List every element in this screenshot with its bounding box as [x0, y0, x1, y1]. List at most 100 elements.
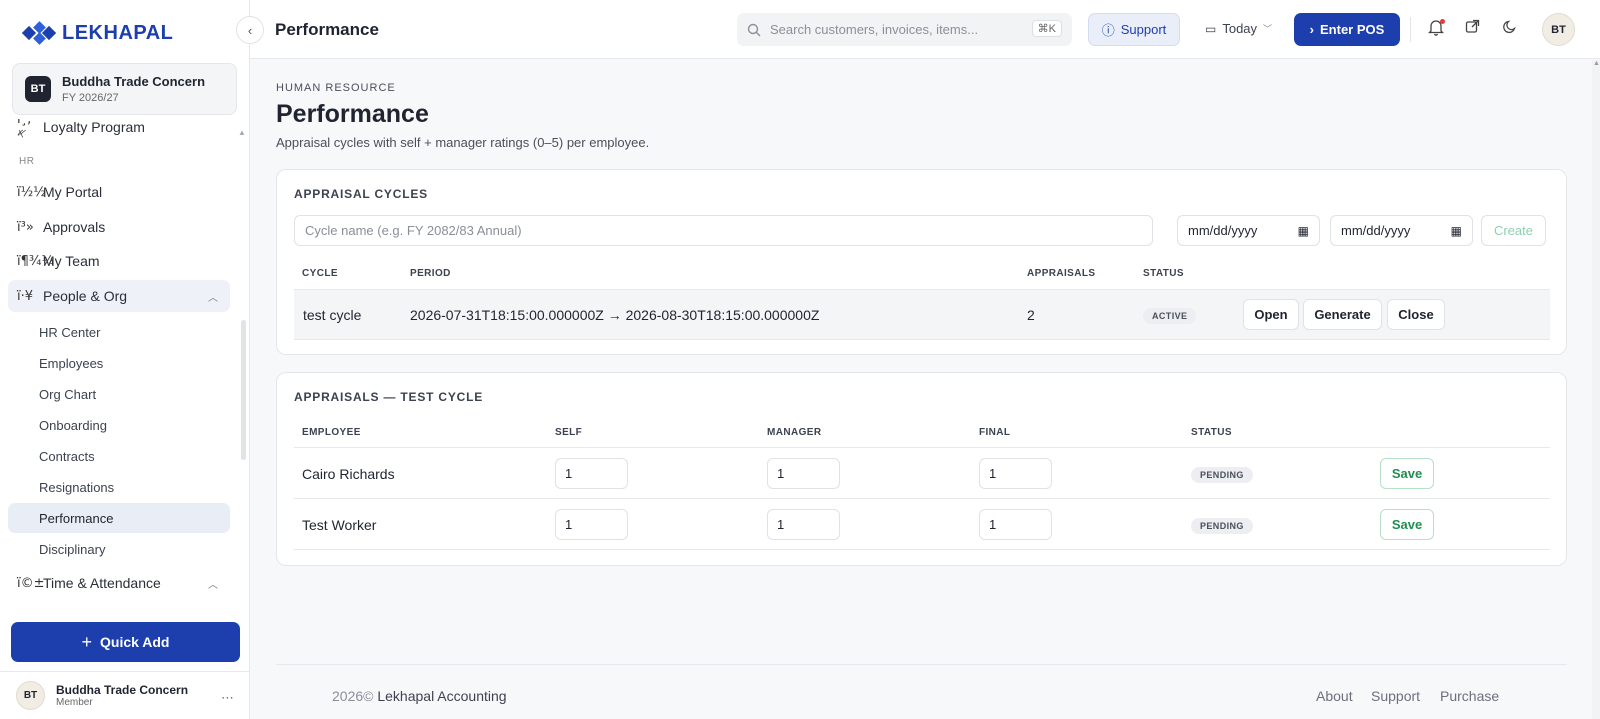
page-title-topbar: Performance — [275, 20, 379, 39]
sidebar-subitem-disciplinary[interactable]: Disciplinary — [8, 534, 230, 564]
footer-link-support[interactable]: Support — [1371, 688, 1420, 704]
copyright: 2026© Lekhapal Accounting — [332, 688, 507, 704]
sidebar-nav: ï¸, 𐤀 Loyalty Program HR ï½½ My Portal ï… — [0, 119, 250, 611]
self-rating-input[interactable]: 1 — [555, 458, 628, 489]
appraisal-cycles-heading: APPRAISAL CYCLES — [294, 187, 428, 201]
user-avatar[interactable]: BT — [1542, 13, 1575, 46]
people-org-icon: ï·¥ — [17, 288, 34, 304]
final-rating-input[interactable]: 1 — [979, 458, 1052, 489]
enter-pos-button[interactable]: › Enter POS — [1294, 13, 1400, 46]
sidebar-subitem-org-chart[interactable]: Org Chart — [8, 379, 230, 409]
sidebar-item-people-org[interactable]: ï·¥ People & Org ︿ — [8, 280, 230, 312]
footer-link-purchase[interactable]: Purchase — [1440, 688, 1499, 704]
page-eyebrow: HUMAN RESOURCE — [276, 82, 396, 94]
user-role: Member — [56, 697, 93, 708]
search-shortcut: ⌘K — [1031, 20, 1062, 37]
sidebar-subitem-resignations[interactable]: Resignations — [8, 472, 230, 502]
org-switcher[interactable]: BT Buddha Trade Concern FY 2026/27 — [12, 63, 237, 115]
more-icon[interactable]: ⋯ — [221, 690, 234, 706]
cycle-name: test cycle — [303, 307, 362, 323]
org-fiscal-year: FY 2026/27 — [62, 92, 119, 104]
portal-icon: ï½½ — [17, 184, 46, 200]
sidebar-item-loyalty-program[interactable]: ï¸, 𐤀 Loyalty Program — [8, 119, 230, 143]
cycle-start-date-input[interactable]: mm/dd/yyyy ▦ — [1177, 215, 1320, 246]
column-header-cycle: CYCLE — [302, 268, 338, 279]
notification-dot — [1440, 19, 1445, 24]
quick-add-button[interactable]: + Quick Add — [11, 622, 240, 662]
user-avatar: BT — [16, 681, 45, 710]
chevron-left-icon: ‹ — [247, 22, 253, 38]
user-menu[interactable]: BT Buddha Trade Concern Member ⋯ — [0, 671, 250, 719]
cycle-appraisal-count: 2 — [1027, 307, 1035, 323]
column-header-final: FINAL — [979, 427, 1011, 438]
support-button[interactable]: ⓘ Support — [1088, 13, 1180, 46]
sidebar-item-approvals[interactable]: ï³» Approvals — [8, 211, 230, 243]
appraisal-cycles-card: APPRAISAL CYCLES Cycle name (e.g. FY 208… — [276, 169, 1567, 355]
search-input[interactable]: Search customers, invoices, items... ⌘K — [737, 13, 1072, 46]
sidebar-subitem-contracts[interactable]: Contracts — [8, 441, 230, 471]
cycle-period: 2026-07-31T18:15:00.000000Z → 2026-08-30… — [410, 307, 820, 323]
self-rating-input[interactable]: 1 — [555, 509, 628, 540]
topbar-divider — [1410, 17, 1411, 42]
create-cycle-button[interactable]: Create — [1481, 215, 1546, 246]
sidebar-item-my-portal[interactable]: ï½½ My Portal — [8, 176, 230, 208]
loyalty-icon: ï¸, 𐤀 — [17, 119, 32, 142]
sidebar-subitem-hr-center[interactable]: HR Center — [8, 317, 230, 347]
footer-link-about[interactable]: About — [1316, 688, 1353, 704]
close-cycle-button[interactable]: Close — [1387, 299, 1445, 330]
column-header-status: STATUS — [1143, 268, 1184, 279]
row-divider — [294, 549, 1550, 550]
status-badge: PENDING — [1191, 518, 1253, 534]
sidebar-item-label: People & Org — [43, 288, 128, 304]
sidebar-item-label: My Team — [43, 253, 100, 269]
calendar-icon: ▦ — [1450, 223, 1462, 238]
logo-icon — [22, 21, 56, 45]
save-appraisal-button[interactable]: Save — [1380, 509, 1434, 540]
generate-appraisals-button[interactable]: Generate — [1303, 299, 1382, 330]
column-header-appraisals: APPRAISALS — [1027, 268, 1096, 279]
final-rating-input[interactable]: 1 — [979, 509, 1052, 540]
cycle-name-input[interactable]: Cycle name (e.g. FY 2082/83 Annual) — [294, 215, 1153, 246]
row-divider — [294, 447, 1550, 448]
chevron-up-icon: ︿ — [208, 579, 218, 591]
open-cycle-button[interactable]: Open — [1243, 299, 1299, 330]
save-appraisal-button[interactable]: Save — [1380, 458, 1434, 489]
sidebar-item-label: Approvals — [43, 219, 106, 235]
sidebar-item-label: My Portal — [43, 184, 103, 200]
column-header-status: STATUS — [1191, 427, 1232, 438]
employee-name: Cairo Richards — [302, 466, 395, 482]
scroll-up-icon[interactable]: ▲ — [1593, 60, 1600, 67]
moon-icon[interactable] — [1503, 19, 1518, 39]
employee-name: Test Worker — [302, 517, 377, 533]
search-placeholder: Search customers, invoices, items... — [770, 22, 979, 37]
page-description: Appraisal cycles with self + manager rat… — [276, 135, 650, 150]
help-icon: ⓘ — [1101, 23, 1115, 38]
page-scrollbar[interactable]: ▲ — [1592, 60, 1600, 719]
column-header-period: PERIOD — [410, 268, 451, 279]
sidebar-subitem-employees[interactable]: Employees — [8, 348, 230, 378]
sidebar-scrollbar[interactable] — [241, 320, 246, 460]
status-badge: PENDING — [1191, 467, 1253, 483]
search-icon — [747, 23, 761, 36]
manager-rating-input[interactable]: 1 — [767, 458, 840, 489]
chevron-right-icon: › — [1309, 22, 1315, 37]
sidebar-item-time-attendance[interactable]: ï©± Time & Attendance ︿ — [8, 567, 230, 599]
appraisals-card: APPRAISALS — TEST CYCLE EMPLOYEE SELF MA… — [276, 372, 1567, 566]
user-name: Buddha Trade Concern — [56, 683, 189, 697]
collapse-sidebar-button[interactable]: ‹ — [236, 16, 264, 44]
cycle-end-date-input[interactable]: mm/dd/yyyy ▦ — [1330, 215, 1473, 246]
appraisals-heading: APPRAISALS — TEST CYCLE — [294, 390, 484, 404]
calendar-icon: ▦ — [1297, 223, 1309, 238]
external-link-icon[interactable] — [1465, 19, 1480, 39]
brand-logo[interactable]: LEKHAPAL — [22, 20, 173, 46]
page-title: Performance — [276, 100, 429, 128]
sidebar-item-my-team[interactable]: ï¶¾¼ My Team — [8, 245, 230, 277]
date-range-select[interactable]: ▭ Today ﹀ — [1205, 21, 1272, 36]
column-header-self: SELF — [555, 427, 583, 438]
scroll-up-icon[interactable]: ▲ — [238, 128, 246, 137]
sidebar-subitem-performance[interactable]: Performance — [8, 503, 230, 533]
manager-rating-input[interactable]: 1 — [767, 509, 840, 540]
row-divider — [294, 498, 1550, 499]
org-name: Buddha Trade Concern — [62, 74, 206, 89]
sidebar-subitem-onboarding[interactable]: Onboarding — [8, 410, 230, 440]
